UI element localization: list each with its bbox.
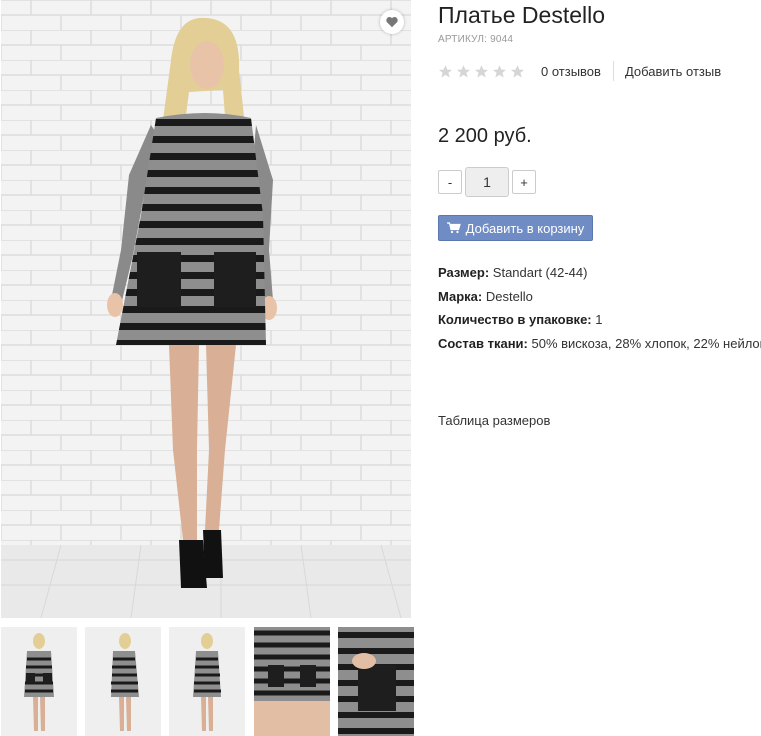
star-empty-icon — [510, 64, 525, 77]
product-sku: АРТИКУЛ: 9044 — [438, 34, 513, 45]
spec-row-pack-quantity: Количество в упаковке: 1 — [438, 312, 761, 336]
size-table-link[interactable]: Таблица размеров — [438, 413, 550, 428]
quantity-input[interactable] — [465, 167, 509, 197]
spec-value: 50% вискоза, 28% хлопок, 22% нейлон — [531, 335, 761, 351]
spec-label: Количество в упаковке: — [438, 312, 592, 327]
rating-divider — [612, 61, 614, 81]
spec-row-fabric: Состав ткани: 50% вискоза, 28% хлопок, 2… — [438, 336, 761, 360]
spec-row-brand: Марка: Destello — [438, 289, 761, 313]
add-to-cart-label: Добавить в корзину — [465, 220, 585, 236]
rating-stars — [438, 64, 525, 79]
spec-label: Состав ткани: — [438, 335, 528, 351]
star-empty-icon — [474, 64, 489, 77]
spec-value: Standart (42-44) — [492, 265, 588, 280]
thumbnail-4[interactable] — [254, 627, 330, 736]
spec-label: Марка: — [438, 288, 483, 304]
product-title: Платье Destello — [438, 2, 606, 28]
main-product-image[interactable] — [1, 0, 411, 618]
quantity-stepper: - + — [438, 167, 536, 197]
quantity-decrease-button[interactable]: - — [438, 170, 462, 194]
reviews-count-link[interactable]: 0 отзывов — [541, 64, 601, 79]
spec-row-size: Размер: Standart (42-44) — [438, 265, 761, 289]
sku-label: АРТИКУЛ: — [438, 34, 488, 45]
star-empty-icon — [456, 64, 471, 77]
thumbnail-1[interactable] — [1, 627, 77, 736]
thumbnail-3[interactable] — [169, 627, 245, 736]
heart-icon — [386, 17, 398, 28]
favorite-heart-button[interactable] — [380, 10, 404, 34]
thumbnail-2[interactable] — [85, 627, 161, 736]
product-photo-illustration — [1, 0, 411, 618]
rating-row: 0 отзывов Добавить отзыв — [438, 61, 721, 81]
add-to-cart-button[interactable]: Добавить в корзину — [438, 215, 593, 241]
thumbnail-5[interactable] — [338, 627, 414, 736]
quantity-increase-button[interactable]: + — [512, 170, 536, 194]
thumbnail-strip — [1, 627, 421, 736]
spec-label: Размер: — [438, 265, 490, 280]
star-empty-icon — [438, 64, 453, 77]
star-empty-icon — [492, 64, 507, 77]
spec-value: 1 — [595, 312, 603, 327]
write-review-link[interactable]: Добавить отзыв — [625, 64, 721, 79]
shopping-cart-icon — [446, 222, 461, 234]
product-specs: Размер: Standart (42-44) Марка: Destello… — [438, 265, 761, 359]
spec-value: Destello — [485, 288, 533, 304]
product-price: 2 200 руб. — [438, 125, 532, 147]
sku-value: 9044 — [490, 34, 514, 45]
